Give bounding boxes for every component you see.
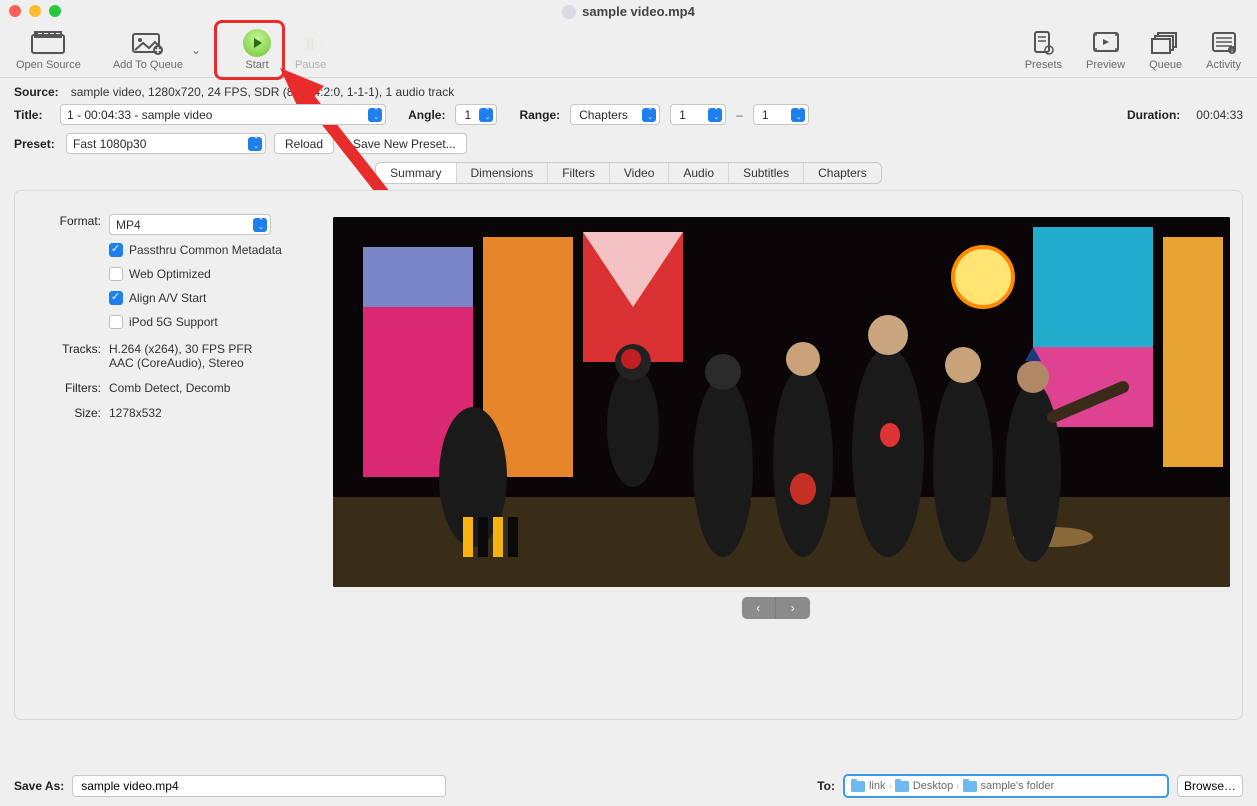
reload-button[interactable]: Reload <box>274 133 334 154</box>
start-label: Start <box>245 59 268 71</box>
size-label: Size: <box>31 406 109 420</box>
save-as-input[interactable] <box>72 775 445 797</box>
window-title-text: sample video.mp4 <box>582 4 695 19</box>
angle-label: Angle: <box>408 108 445 122</box>
pause-label: Pause <box>295 59 326 71</box>
film-icon <box>31 29 65 57</box>
stack-icon <box>1151 29 1181 57</box>
summary-panel: Format: MP4 Passthru Common Metadata Web… <box>14 190 1243 720</box>
open-source-label: Open Source <box>16 59 81 71</box>
title-select[interactable]: 1 - 00:04:33 - sample video <box>60 104 386 125</box>
video-preview-frame <box>333 217 1230 587</box>
document-proxy-icon <box>562 5 576 19</box>
source-row: Source: sample video, 1280x720, 24 FPS, … <box>0 82 1257 102</box>
filters-label: Filters: <box>31 381 109 395</box>
tab-summary[interactable]: Summary <box>376 163 456 183</box>
presets-button[interactable]: Presets <box>1013 23 1074 77</box>
tab-filters[interactable]: Filters <box>548 163 610 183</box>
folder-icon <box>895 781 909 792</box>
tab-chapters[interactable]: Chapters <box>804 163 881 183</box>
range-mode-select[interactable]: Chapters <box>570 104 660 125</box>
ipod-5g-checkbox[interactable] <box>109 315 123 329</box>
source-value: sample video, 1280x720, 24 FPS, SDR (8-b… <box>71 85 455 99</box>
range-label: Range: <box>519 108 560 122</box>
passthru-checkbox[interactable] <box>109 243 123 257</box>
size-value: 1278x532 <box>109 406 321 420</box>
folder-icon <box>963 781 977 792</box>
pause-icon <box>297 29 325 57</box>
duration-label: Duration: <box>1127 108 1180 122</box>
preview-button[interactable]: Preview <box>1074 23 1137 77</box>
preview-nav: ‹ › <box>742 597 810 619</box>
tab-subtitles[interactable]: Subtitles <box>729 163 804 183</box>
tracks-line2: AAC (CoreAudio), Stereo <box>109 356 321 370</box>
align-av-checkbox[interactable] <box>109 291 123 305</box>
tracks-line1: H.264 (x264), 30 FPS PFR <box>109 342 321 356</box>
save-new-preset-button[interactable]: Save New Preset... <box>342 133 467 154</box>
svg-text:i: i <box>1231 49 1232 55</box>
format-label: Format: <box>31 214 109 235</box>
range-to-select[interactable]: 1 <box>753 104 809 125</box>
chevron-down-icon[interactable]: ⌄ <box>187 43 205 57</box>
preview-icon <box>1092 29 1120 57</box>
folder-icon <box>851 781 865 792</box>
angle-select[interactable]: 1 <box>455 104 497 125</box>
toolbar: Open Source Add To Queue ⌄ Start Pause <box>0 22 1257 78</box>
filters-value: Comb Detect, Decomb <box>109 381 321 395</box>
main-tabs: Summary Dimensions Filters Video Audio S… <box>375 162 882 184</box>
preset-select[interactable]: Fast 1080p30 <box>66 133 266 154</box>
tracks-label: Tracks: <box>31 342 109 370</box>
preview-area: ‹ › <box>333 217 1218 619</box>
tab-dimensions[interactable]: Dimensions <box>457 163 549 183</box>
queue-button[interactable]: Queue <box>1137 23 1194 77</box>
list-icon: i <box>1211 29 1237 57</box>
tab-video[interactable]: Video <box>610 163 669 183</box>
window-title: sample video.mp4 <box>0 4 1257 19</box>
duration-value: 00:04:33 <box>1196 108 1243 122</box>
play-icon <box>243 29 271 57</box>
activity-button[interactable]: i Activity <box>1194 23 1253 77</box>
to-label: To: <box>817 779 835 793</box>
titlebar: sample video.mp4 <box>0 0 1257 22</box>
range-from-select[interactable]: 1 <box>670 104 726 125</box>
pause-button: Pause <box>283 23 338 77</box>
open-source-button[interactable]: Open Source <box>4 23 93 77</box>
tab-audio[interactable]: Audio <box>669 163 729 183</box>
format-select[interactable]: MP4 <box>109 214 271 235</box>
title-label: Title: <box>14 108 50 122</box>
destination-path[interactable]: link › Desktop › sample's folder <box>843 774 1169 798</box>
image-plus-icon[interactable] <box>131 29 165 57</box>
browse-button[interactable]: Browse… <box>1177 775 1243 797</box>
source-label: Source: <box>14 85 59 99</box>
preview-next-button[interactable]: › <box>776 597 810 619</box>
preview-prev-button[interactable]: ‹ <box>742 597 777 619</box>
start-button[interactable]: Start <box>231 23 283 77</box>
preset-label: Preset: <box>14 137 58 151</box>
save-as-label: Save As: <box>14 779 64 793</box>
document-gear-icon <box>1031 29 1055 57</box>
web-optimized-checkbox[interactable] <box>109 267 123 281</box>
add-to-queue-label: Add To Queue <box>113 59 183 71</box>
